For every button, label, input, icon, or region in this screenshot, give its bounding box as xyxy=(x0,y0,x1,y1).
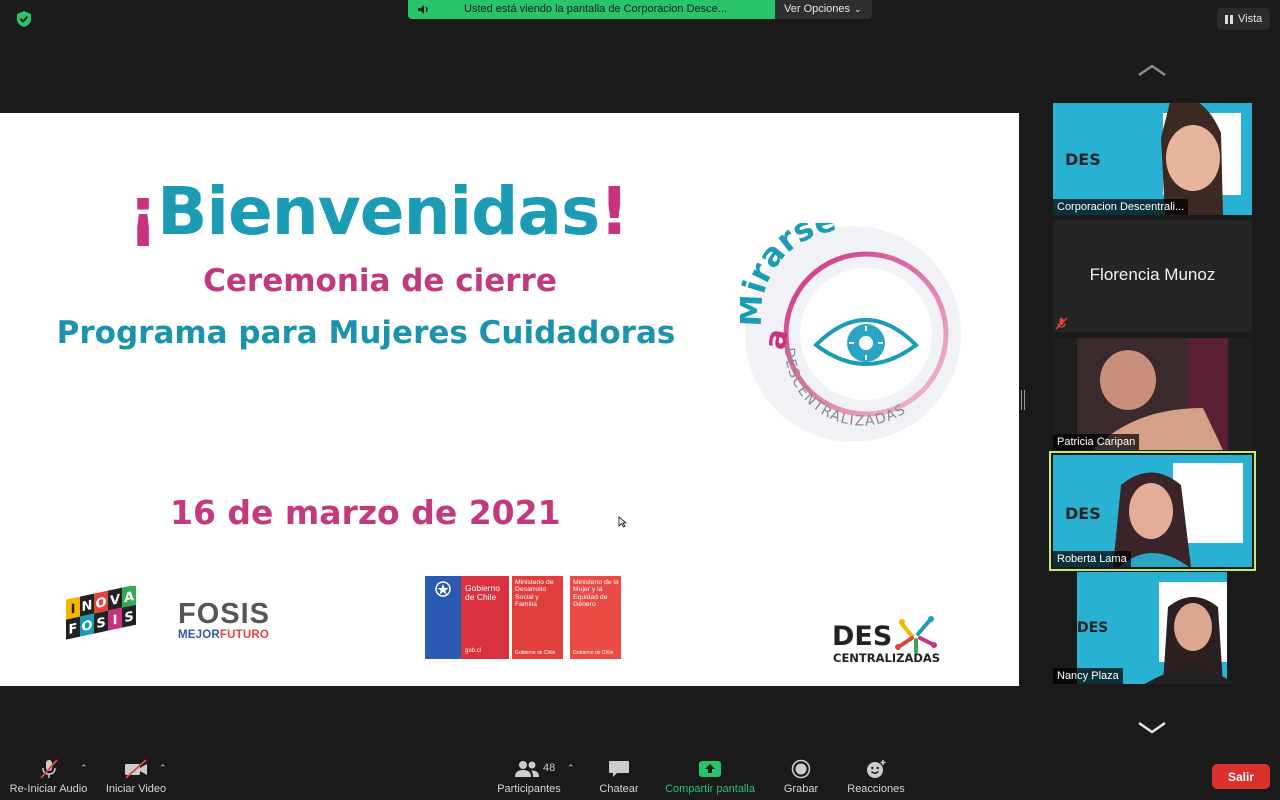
participants-count: 48 xyxy=(543,762,556,774)
gobierno-flag-stripe xyxy=(425,576,461,659)
panel-resize-handle[interactable] xyxy=(1021,390,1025,410)
slide-subtitle-ceremony: Ceremonia de cierre xyxy=(203,263,557,299)
inova-letter: I xyxy=(113,613,118,629)
slide-subtitle-program: Programa para Mujeres Cuidadoras xyxy=(56,315,676,351)
participants-options-caret-icon[interactable]: ⌃ xyxy=(567,763,575,774)
participant-name: Nancy Plaza xyxy=(1053,668,1123,684)
title-close-mark: ! xyxy=(599,173,629,250)
record-label: Grabar xyxy=(783,783,819,795)
participant-tile[interactable]: DES Nancy Plaza xyxy=(1053,572,1252,684)
leave-meeting-button[interactable]: Salir xyxy=(1212,764,1270,789)
participants-label: Participantes xyxy=(497,783,561,795)
participant-tile[interactable]: DES Corporacion Descentrali... xyxy=(1053,103,1252,215)
inova-letter: V xyxy=(110,592,121,609)
participant-name: Roberta Lama xyxy=(1053,551,1131,567)
audio-button[interactable]: Re-Iniciar Audio xyxy=(6,752,91,800)
participant-name: Patricia Caripan xyxy=(1053,434,1140,450)
gallery-scroll-up-icon[interactable] xyxy=(1137,62,1167,78)
svg-text:DES: DES xyxy=(1065,504,1101,523)
zoom-meeting-window: Usted está viendo la pantalla de Corpora… xyxy=(0,0,1280,800)
fosis-tagline-futuro: FUTURO xyxy=(219,629,270,641)
ministerio-mujer-text: Ministerio de la Mujer y la Equidad de G… xyxy=(573,579,619,608)
chile-coat-of-arms-icon xyxy=(435,581,451,597)
record-icon xyxy=(791,759,811,779)
speaker-icon xyxy=(418,5,428,14)
view-options-button[interactable]: Ver Opciones ⌄ xyxy=(775,0,872,19)
fosis-tagline-mejor: MEJOR xyxy=(178,629,220,641)
reactions-button[interactable]: Reacciones xyxy=(842,752,910,800)
inova-letter: I xyxy=(71,602,76,618)
participant-name: Florencia Munoz xyxy=(1089,265,1216,284)
audio-label: Re-Iniciar Audio xyxy=(9,783,88,795)
smiley-reaction-icon xyxy=(867,760,886,778)
reactions-label: Reacciones xyxy=(847,783,905,795)
slide-title: ¡Bienvenidas! xyxy=(128,173,629,250)
participant-tile[interactable]: Florencia Munoz xyxy=(1053,220,1252,332)
fosis-wordmark: FOSIS xyxy=(178,598,271,630)
des-logo-top: DES xyxy=(832,621,892,652)
title-word: Bienvenidas xyxy=(157,173,600,250)
chevron-down-icon: ⌄ xyxy=(854,4,862,14)
inova-letter: O xyxy=(81,618,92,635)
share-screen-label: Compartir pantalla xyxy=(665,783,755,795)
video-button[interactable]: Iniciar Video xyxy=(103,752,169,800)
record-button[interactable]: Grabar xyxy=(776,752,826,800)
inova-letter: A xyxy=(124,589,135,606)
participant-name: Corporacion Descentrali... xyxy=(1053,199,1189,215)
participants-button[interactable]: Participantes xyxy=(494,752,564,800)
mouse-cursor-icon xyxy=(618,516,627,528)
microphone-muted-icon xyxy=(1055,317,1068,330)
participant-tile-active-speaker[interactable]: DES Roberta Lama xyxy=(1049,451,1256,571)
slide-date: 16 de marzo de 2021 xyxy=(170,493,561,532)
fosis-logo: FOSIS MEJORFUTURO xyxy=(178,598,271,642)
ministerio-desarrollo-footer: Gobierno de Chile xyxy=(515,650,556,656)
view-label: Vista xyxy=(1238,13,1263,25)
chat-button[interactable]: Chatear xyxy=(592,752,646,800)
participant-tile[interactable]: Patricia Caripan xyxy=(1053,338,1252,450)
grid-view-icon xyxy=(1225,14,1233,24)
video-label: Iniciar Video xyxy=(105,783,167,795)
inova-letter: N xyxy=(82,598,93,615)
audio-options-caret-icon[interactable]: ⌃ xyxy=(80,763,88,774)
share-banner-text: Usted está viendo la pantalla de Corpora… xyxy=(464,3,727,15)
chat-label: Chatear xyxy=(599,783,639,795)
mirarse-logo: DESCENTRALIZADAS Mirarse a xyxy=(740,223,961,442)
svg-text:DES: DES xyxy=(1065,150,1101,169)
share-screen-button[interactable]: Compartir pantalla xyxy=(660,752,760,800)
view-options-label: Ver Opciones xyxy=(784,3,851,15)
microphone-muted-icon xyxy=(39,759,58,779)
inova-letter: F xyxy=(69,621,78,638)
fosis-tagline: MEJORFUTURO xyxy=(178,629,270,641)
chat-bubble-icon xyxy=(609,761,629,777)
share-screen-icon xyxy=(699,761,721,777)
inova-fosis-logo: I N O V A F O S I S xyxy=(66,586,136,640)
ministerio-desarrollo-text: Ministerio de Desarrollo Social y Famili… xyxy=(515,579,554,608)
des-logo-bottom: CENTRALIZADAS xyxy=(833,651,940,665)
shared-screen-slide: ¡Bienvenidas! Ceremonia de cierre Progra… xyxy=(0,113,1019,686)
ministerio-mujer-logo: Ministerio de la Mujer y la Equidad de G… xyxy=(569,576,622,659)
ministerio-mujer-footer: Gobierno de Chile xyxy=(573,650,614,656)
svg-text:DES: DES xyxy=(1077,620,1108,636)
inova-letter: S xyxy=(124,609,133,626)
shield-icon[interactable] xyxy=(14,9,34,29)
gobierno-url: gob.cl xyxy=(465,648,482,654)
meeting-toolbar: Re-Iniciar Audio ⌃ Iniciar Video ⌃ Parti… xyxy=(0,752,1280,800)
inova-letter: O xyxy=(95,595,106,612)
inova-letter: S xyxy=(96,615,105,632)
video-options-caret-icon[interactable]: ⌃ xyxy=(159,763,167,774)
ministerio-desarrollo-logo: Ministerio de Desarrollo Social y Famili… xyxy=(511,576,564,659)
gallery-scroll-down-icon[interactable] xyxy=(1137,720,1167,736)
gobierno-de-chile-logo: Gobierno de Chile gob.cl xyxy=(425,576,509,659)
descentralizadas-logo: DES CENTRALIZADAS xyxy=(832,616,940,665)
screen-share-banner: Usted está viendo la pantalla de Corpora… xyxy=(408,0,775,19)
gobierno-text: Gobierno de Chile xyxy=(465,583,500,602)
video-camera-off-icon xyxy=(125,759,147,779)
view-button[interactable]: Vista xyxy=(1217,8,1270,30)
title-open-mark: ¡ xyxy=(128,173,158,250)
participants-icon xyxy=(515,761,539,777)
